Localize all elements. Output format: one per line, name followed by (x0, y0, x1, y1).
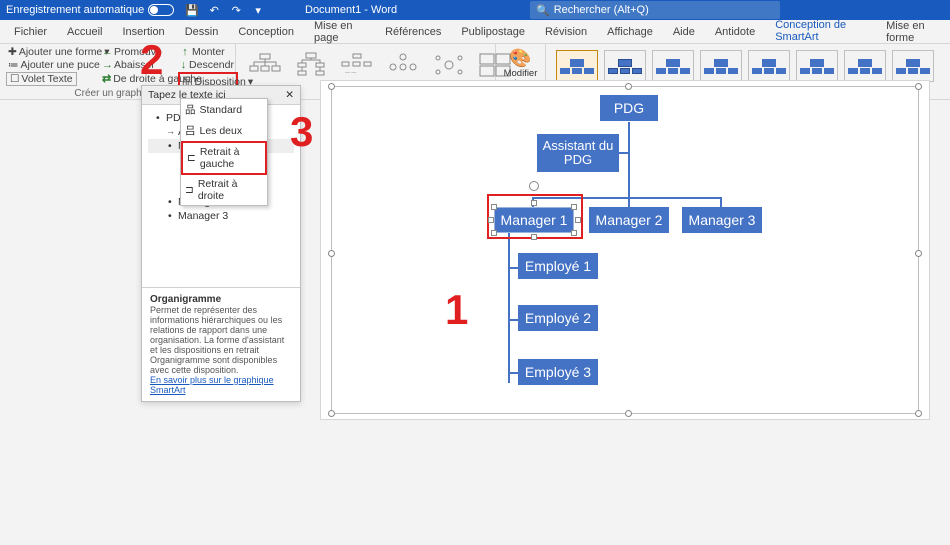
shape-handle[interactable] (531, 234, 537, 240)
frame-handle[interactable] (328, 250, 335, 257)
annotation-1: 1 (445, 286, 468, 334)
menu-right[interactable]: ⊐ Retrait à droite (181, 175, 267, 205)
tab-misepage[interactable]: Mise en page (304, 16, 375, 48)
style-3[interactable] (652, 50, 694, 82)
promote-button[interactable]: ←Promouvo (100, 46, 178, 59)
node-m2[interactable]: Manager 2 (589, 207, 669, 233)
search-icon: 🔍 (536, 4, 550, 17)
add-bullet-button[interactable]: ≔ Ajouter une puce (6, 59, 100, 72)
layout-1[interactable] (248, 50, 282, 80)
shape-handle[interactable] (531, 200, 537, 206)
frame-handle[interactable] (328, 410, 335, 417)
shape-handle[interactable] (571, 230, 577, 236)
connector (508, 233, 510, 383)
layouts-gallery[interactable]: — — (242, 46, 489, 80)
redo-icon[interactable]: ↷ (228, 2, 244, 18)
layout-5[interactable] (432, 50, 466, 80)
frame-handle[interactable] (915, 250, 922, 257)
tab-format[interactable]: Mise en forme (876, 16, 950, 48)
disposition-menu: 品 Standard 吕 Les deux ⊏ Retrait à gauche… (180, 98, 268, 206)
autosave-toggle[interactable]: Enregistrement automatique (6, 4, 174, 16)
styles-gallery[interactable] (552, 46, 944, 82)
save-icon[interactable]: 💾 (184, 2, 200, 18)
menu-both[interactable]: 吕 Les deux (181, 120, 267, 141)
tab-dessin[interactable]: Dessin (175, 22, 229, 42)
tab-conception[interactable]: Conception (228, 22, 304, 42)
search-box[interactable]: 🔍 Rechercher (Alt+Q) (530, 1, 780, 19)
frame-handle[interactable] (625, 83, 632, 90)
demote-button[interactable]: →Abaisser (100, 59, 178, 72)
node-assistant[interactable]: Assistant du PDG (537, 134, 619, 172)
node-e3[interactable]: Employé 3 (518, 359, 598, 385)
tab-antidote[interactable]: Antidote (705, 22, 765, 42)
item-m3[interactable]: Manager 3 (148, 209, 294, 223)
frame-handle[interactable] (625, 410, 632, 417)
menu-standard[interactable]: 品 Standard (181, 99, 267, 120)
up-button[interactable]: ↑Monter (178, 46, 238, 59)
annotation-3: 3 (290, 108, 313, 156)
style-7[interactable] (844, 50, 886, 82)
style-4[interactable] (700, 50, 742, 82)
style-2[interactable] (604, 50, 646, 82)
layout-4[interactable] (386, 50, 420, 80)
connector (628, 122, 630, 197)
add-shape-button[interactable]: ✚ Ajouter une forme ▾ (6, 46, 100, 59)
learn-more-link[interactable]: En savoir plus sur le graphique SmartArt (150, 375, 274, 395)
autosave-label: Enregistrement automatique (6, 4, 144, 16)
search-placeholder: Rechercher (Alt+Q) (554, 4, 649, 16)
shape-handle[interactable] (491, 230, 497, 236)
document-page[interactable]: PDG Assistant du PDG Manager 1 Manager 2… (320, 80, 930, 420)
node-e1[interactable]: Employé 1 (518, 253, 598, 279)
frame-handle[interactable] (915, 83, 922, 90)
node-e2[interactable]: Employé 2 (518, 305, 598, 331)
menu-left[interactable]: ⊏ Retrait à gauche (181, 141, 267, 175)
annotation-2: 2 (140, 36, 163, 84)
node-pdg[interactable]: PDG (600, 95, 658, 121)
undo-icon[interactable]: ↶ (206, 2, 222, 18)
svg-text:— —: — — (345, 70, 356, 76)
down-button[interactable]: ↓Descendr (178, 59, 238, 72)
layout-2[interactable] (294, 50, 328, 80)
qat-dropdown-icon[interactable]: ▾ (250, 2, 266, 18)
document-title: Document1 - Word (305, 4, 397, 16)
rtl-button[interactable]: ⇄De droite à gauche (100, 72, 178, 86)
shape-handle[interactable] (491, 204, 497, 210)
shape-handle[interactable] (488, 217, 494, 223)
tab-accueil[interactable]: Accueil (57, 22, 112, 42)
textpane-desc: Organigramme Permet de représenter des i… (142, 287, 300, 401)
close-icon[interactable]: ✕ (285, 89, 294, 101)
frame-handle[interactable] (915, 410, 922, 417)
layout-3[interactable]: — — (340, 50, 374, 80)
shape-handle[interactable] (575, 217, 581, 223)
node-m3[interactable]: Manager 3 (682, 207, 762, 233)
style-5[interactable] (748, 50, 790, 82)
toggle-switch[interactable] (148, 4, 174, 16)
tab-revision[interactable]: Révision (535, 22, 597, 42)
volet-button[interactable]: ☐ Volet Texte (6, 72, 77, 86)
style-8[interactable] (892, 50, 934, 82)
tab-ref[interactable]: Références (375, 22, 451, 42)
tab-publipostage[interactable]: Publipostage (451, 22, 535, 42)
tab-aide[interactable]: Aide (663, 22, 705, 42)
tab-affichage[interactable]: Affichage (597, 22, 663, 42)
smartart-frame[interactable]: PDG Assistant du PDG Manager 1 Manager 2… (331, 86, 919, 414)
rotate-handle[interactable] (529, 181, 539, 191)
tab-fichier[interactable]: Fichier (4, 22, 57, 42)
style-1[interactable] (556, 50, 598, 82)
colors-button[interactable]: 🎨 (502, 48, 539, 69)
style-6[interactable] (796, 50, 838, 82)
shape-handle[interactable] (571, 204, 577, 210)
frame-handle[interactable] (328, 83, 335, 90)
